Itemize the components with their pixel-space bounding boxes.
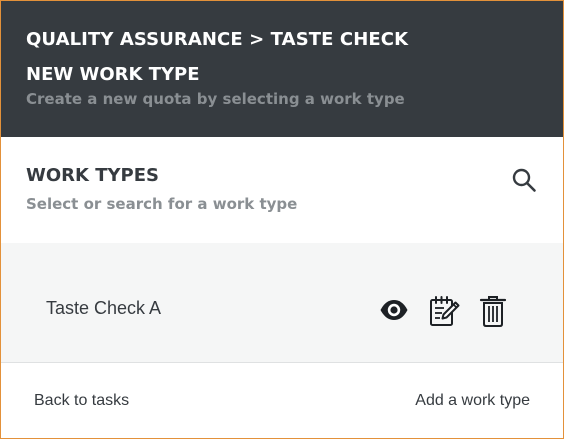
dialog-footer: Back to tasks Add a work type [1, 364, 563, 438]
page-title: NEW WORK TYPE [26, 64, 200, 85]
work-type-list: Taste Check A [1, 243, 563, 363]
work-type-label: Taste Check A [46, 298, 162, 318]
eye-icon[interactable] [379, 295, 409, 325]
page-subtitle: Create a new quota by selecting a work t… [26, 90, 405, 108]
back-to-tasks-link[interactable]: Back to tasks [34, 392, 129, 410]
work-types-section: WORK TYPES Select or search for a work t… [1, 137, 563, 243]
search-icon[interactable] [511, 167, 537, 193]
trash-icon[interactable] [479, 294, 507, 328]
breadcrumb: QUALITY ASSURANCE > TASTE CHECK [26, 29, 409, 50]
edit-notepad-icon[interactable] [428, 295, 460, 327]
page-header: QUALITY ASSURANCE > TASTE CHECK NEW WORK… [1, 1, 563, 137]
list-item[interactable]: Taste Check A [1, 275, 563, 341]
add-work-type-link[interactable]: Add a work type [415, 392, 530, 410]
section-title: WORK TYPES [26, 165, 159, 186]
dialog-frame: QUALITY ASSURANCE > TASTE CHECK NEW WORK… [0, 0, 564, 439]
section-subtitle: Select or search for a work type [26, 195, 298, 213]
